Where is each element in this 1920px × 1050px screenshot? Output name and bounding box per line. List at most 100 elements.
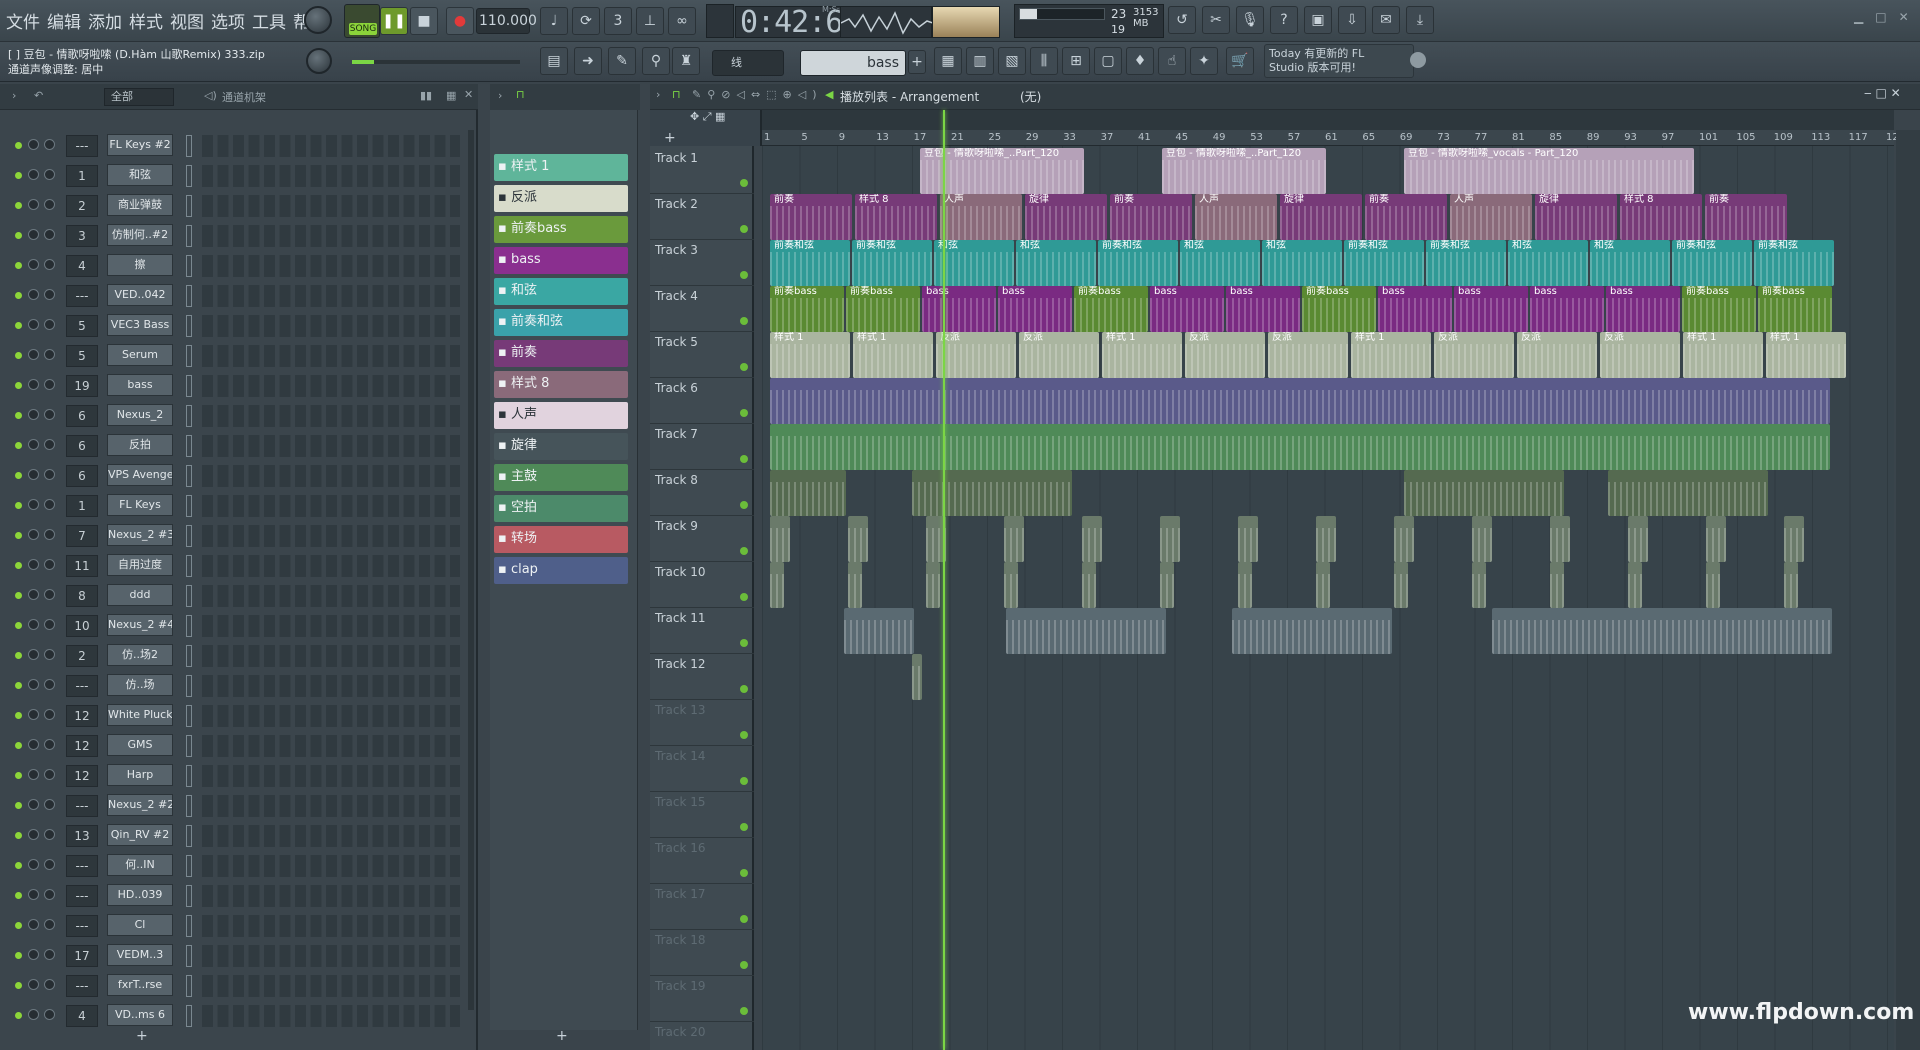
stop-button[interactable]: ■ [410,7,438,35]
playlist-clip[interactable] [1238,562,1252,608]
playlist-clip[interactable]: 前奏bass [846,286,920,332]
channel-name[interactable]: Nexus_2 #2 [107,794,173,816]
channel-select[interactable] [186,915,192,937]
channel-select[interactable] [186,285,192,307]
channel-pan-knob[interactable] [28,349,39,360]
playlist-clip[interactable]: bass [1150,286,1224,332]
channel-pan-knob[interactable] [28,319,39,330]
playlist-clip[interactable] [1394,516,1414,562]
channel-mute-led[interactable] [15,802,22,809]
mixer-icon[interactable]: ⫼ [1030,47,1058,75]
magnet-icon[interactable]: ⊓ [516,88,525,101]
playlist-clip[interactable] [1784,516,1804,562]
channel-name[interactable]: fxrT..rse [107,974,173,996]
channel-mute-led[interactable] [15,922,22,929]
channel-name[interactable]: 何..IN [107,854,173,876]
add-pattern-list-button[interactable]: + [556,1028,568,1044]
countdown-icon[interactable]: 3 [604,7,632,35]
channel-pan-knob[interactable] [28,829,39,840]
rack-filter-select[interactable]: 全部 [104,88,174,106]
channel-select[interactable] [186,705,192,727]
channel-pan-knob[interactable] [28,559,39,570]
tuner-icon[interactable]: ♦ [1126,47,1154,75]
step-sequencer[interactable] [202,465,460,487]
channel-select[interactable] [186,825,192,847]
channel-name[interactable]: 自用过度 [107,554,173,576]
channel-rack-icon[interactable]: ▧ [998,47,1026,75]
rack-undo-icon[interactable]: ↶ [34,89,43,102]
channel-name[interactable]: VD..ms 6 [107,1004,173,1026]
playlist-clip[interactable]: 样式 8 [1620,194,1702,240]
wait-icon[interactable]: ⟳ [572,7,600,35]
playlist-clip[interactable] [926,562,940,608]
channel-name[interactable]: 仿制何..#2 [107,224,173,246]
rack-menu-arrow-icon[interactable]: › [12,89,16,102]
channel-name[interactable]: Serum [107,344,173,366]
plugin-db-icon[interactable]: ▢ [1094,47,1122,75]
step-sequencer[interactable] [202,705,460,727]
channel-vol-knob[interactable] [44,379,55,390]
playlist-clip[interactable]: 样式 1 [1351,332,1431,378]
channel-vol-knob[interactable] [44,169,55,180]
menu-tools[interactable]: 工具 [252,8,286,33]
channel-select[interactable] [186,405,192,427]
touch-icon[interactable]: ☝ [1158,47,1186,75]
playlist-clip[interactable]: 豆包 - 情歌呀啦嗦_vocals - Part_120 [1404,148,1694,194]
step-sequencer[interactable] [202,675,460,697]
add-track-button[interactable]: + [664,130,676,146]
playlist-clip[interactable]: 样式 1 [853,332,933,378]
channel-vol-knob[interactable] [44,889,55,900]
track-header[interactable]: Track 3 [650,240,754,286]
playlist-clip[interactable] [1232,608,1392,654]
track-header[interactable]: Track 5 [650,332,754,378]
playlist-clip[interactable]: 反派 [1434,332,1514,378]
channel-mixer-track[interactable]: 13 [66,825,98,847]
channel-mute-led[interactable] [15,502,22,509]
playlist-arrow-icon[interactable]: › [656,88,660,101]
channel-mute-led[interactable] [15,232,22,239]
channel-mixer-track[interactable]: --- [66,915,98,937]
channel-mixer-track[interactable]: 4 [66,1005,98,1027]
channel-name[interactable]: ddd [107,584,173,606]
channel-mute-led[interactable] [15,442,22,449]
step-view-icon[interactable]: ▦ [446,89,456,102]
channel-pan-knob[interactable] [28,739,39,750]
channel-mute-led[interactable] [15,742,22,749]
channel-mute-led[interactable] [15,532,22,539]
channel-mixer-track[interactable]: 2 [66,195,98,217]
track-header[interactable]: Track 13 [650,700,754,746]
playlist-clip[interactable]: 前奏和弦 [1344,240,1424,286]
channel-name[interactable]: 仿..场 [107,674,173,696]
menu-edit[interactable]: 编辑 [47,8,81,33]
track-enable-led[interactable] [740,639,748,647]
pattern-item[interactable]: ▪ 样式 1 [494,154,628,181]
playlist-clip[interactable] [1784,562,1798,608]
channel-select[interactable] [186,345,192,367]
channel-pan-knob[interactable] [28,469,39,480]
playlist-clip[interactable] [1628,516,1648,562]
pattern-item[interactable]: ▪ bass [494,247,628,274]
channel-select[interactable] [186,855,192,877]
channel-mute-led[interactable] [15,712,22,719]
track-enable-led[interactable] [740,915,748,923]
playlist-clip[interactable]: 旋律 [1280,194,1362,240]
metronome-icon[interactable]: ♩ [540,7,568,35]
channel-vol-knob[interactable] [44,949,55,960]
pattern-selector[interactable]: bass [800,50,906,76]
channel-mixer-track[interactable]: 17 [66,945,98,967]
loop-record-icon[interactable]: ∞ [668,7,696,35]
channel-select[interactable] [186,135,192,157]
channel-vol-knob[interactable] [44,829,55,840]
add-channel-button[interactable]: + [136,1028,148,1044]
pattern-item[interactable]: ▪ clap [494,557,628,584]
export-icon[interactable]: ⇩ [1338,6,1366,34]
channel-name[interactable]: FL Keys [107,494,173,516]
channel-pan-knob[interactable] [28,259,39,270]
channel-vol-knob[interactable] [44,139,55,150]
arrow-icon[interactable]: ➜ [574,47,602,75]
channel-name[interactable]: Nexus_2 [107,404,173,426]
channel-name[interactable]: Harp [107,764,173,786]
step-sequencer[interactable] [202,375,460,397]
channel-select[interactable] [186,555,192,577]
menu-patterns[interactable]: 样式 [129,8,163,33]
